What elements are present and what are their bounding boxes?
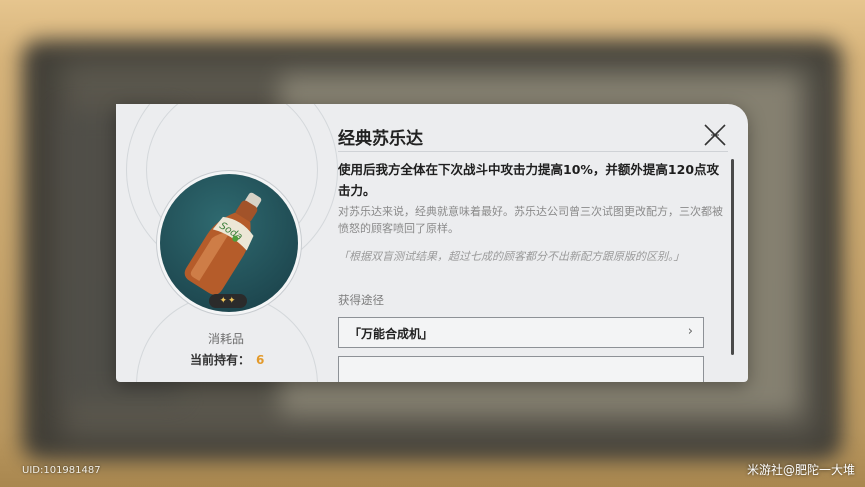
uid-text: UID:101981487 <box>22 465 101 476</box>
scrollbar[interactable] <box>731 159 734 355</box>
item-lore-text: 对苏乐达来说，经典就意味着最好。苏乐达公司曾三次试图更改配方，三次都被愤怒的顾客… <box>338 205 723 235</box>
holding-label: 当前持有： <box>190 353 251 367</box>
watermark: 米游社@肥陀一大堆 <box>746 463 855 477</box>
holding-count: 当前持有： 6 <box>190 351 264 368</box>
source-button-partial[interactable] <box>338 356 704 382</box>
title-divider <box>338 151 728 152</box>
item-title: 经典苏乐达 <box>338 129 423 149</box>
close-button[interactable] <box>702 122 728 148</box>
source-label: 「万能合成机」 <box>349 327 434 341</box>
item-effect-description: 使用后我方全体在下次战斗中攻击力提高10%，并额外提高120点攻击力。 <box>338 162 720 198</box>
chevron-right-icon: › <box>687 324 693 339</box>
rarity-badge: ✦✦ <box>209 294 247 308</box>
close-x-icon <box>704 124 726 146</box>
soda-bottle-icon: Soda <box>184 192 262 295</box>
sources-heading: 获得途径 <box>338 293 384 307</box>
source-omni-synthesizer-button[interactable]: 「万能合成机」 › <box>338 317 704 348</box>
item-category: 消耗品 <box>207 332 244 346</box>
item-quote-text: 「根据双盲测试结果，超过七成的顾客都分不出新配方跟原版的区别。」 <box>338 250 685 263</box>
item-image: Soda <box>160 174 298 312</box>
item-detail-dialog: Soda ✦✦ 消耗品 当前持有： 6 经典苏乐达 使用后我方全体在下次战斗中攻击… <box>116 104 748 382</box>
holding-count-value: 6 <box>256 353 265 367</box>
